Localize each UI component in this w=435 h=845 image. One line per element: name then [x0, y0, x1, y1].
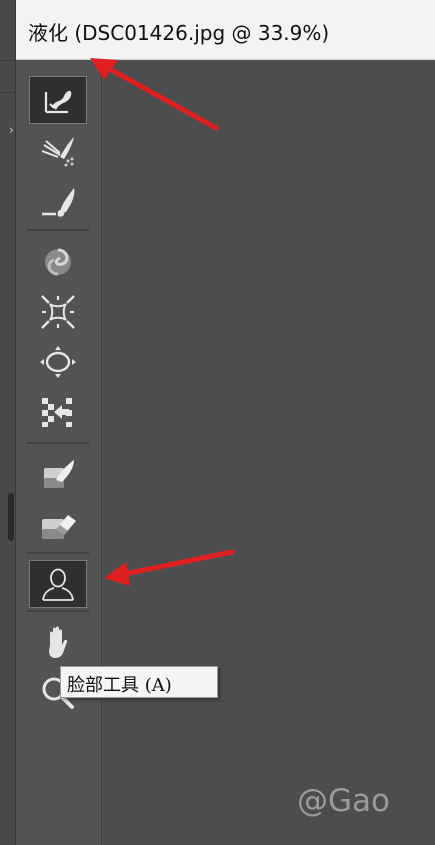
arrow-to-face-tool-icon	[104, 549, 235, 586]
annotation-arrows	[90, 58, 235, 586]
arrow-to-title-icon	[90, 58, 219, 131]
